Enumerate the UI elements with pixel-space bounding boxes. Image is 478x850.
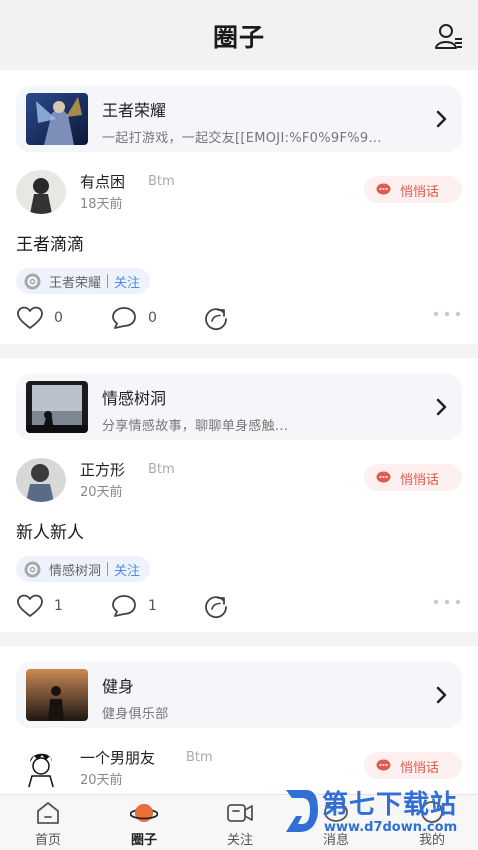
comment-count: 0 xyxy=(148,310,157,326)
comment-button[interactable]: 1 xyxy=(110,592,157,620)
post-card[interactable]: 王者荣耀 一起打游戏，一起交友[[EMOJI:%F0%9F%9... 有点困 B… xyxy=(0,70,478,344)
whisper-label: 悄悄话 xyxy=(400,761,440,776)
heart-icon xyxy=(17,594,43,617)
post-content[interactable]: 王者滴滴 xyxy=(16,230,84,255)
comment-icon xyxy=(112,595,136,617)
author-tag: Btm xyxy=(148,462,175,477)
circle-tag[interactable]: 王者荣耀 关注 xyxy=(16,268,151,294)
tab-circle-label: 圈子 xyxy=(130,833,157,848)
circle-description: 分享情感故事，聊聊单身感触... xyxy=(102,419,289,434)
circle-thumbnail xyxy=(26,93,88,145)
author-tag: Btm xyxy=(186,750,213,765)
whisper-button[interactable]: 悄悄话 xyxy=(364,464,462,491)
post-time: 20天前 xyxy=(80,485,123,500)
planet-icon xyxy=(130,804,158,822)
circle-thumbnail xyxy=(26,669,88,721)
page-title: 圈子 xyxy=(212,23,265,52)
site-watermark: 第七下载站 www.d7down.com xyxy=(282,784,472,842)
circle-tag[interactable]: 情感树洞 关注 xyxy=(16,556,151,582)
author-tag: Btm xyxy=(148,174,175,189)
comment-icon xyxy=(112,307,136,329)
more-icon[interactable] xyxy=(432,598,462,606)
avatar[interactable] xyxy=(16,458,66,502)
chevron-right-icon xyxy=(436,686,447,704)
post-time: 20天前 xyxy=(80,773,123,788)
circle-tag-icon xyxy=(24,273,41,289)
whisper-button[interactable]: 悄悄话 xyxy=(364,176,462,203)
circle-thumbnail xyxy=(26,381,88,433)
post-feed: 王者荣耀 一起打游戏，一起交友[[EMOJI:%F0%9F%9... 有点困 B… xyxy=(0,70,478,836)
circle-tag-name: 王者荣耀 xyxy=(49,275,102,291)
like-button[interactable]: 1 xyxy=(16,592,63,620)
post-author: 正方形 Btm 20天前 悄悄话 xyxy=(16,458,462,504)
circle-name: 健身 xyxy=(102,677,135,696)
follow-link[interactable]: 关注 xyxy=(114,272,140,291)
like-count: 0 xyxy=(54,310,63,326)
circle-name: 王者荣耀 xyxy=(102,101,167,120)
tab-follow-label: 关注 xyxy=(226,833,253,848)
heart-icon xyxy=(17,306,43,329)
whisper-label: 悄悄话 xyxy=(400,473,440,488)
chevron-right-icon xyxy=(436,398,447,416)
circle-description: 健身俱乐部 xyxy=(102,707,169,722)
post-time: 18天前 xyxy=(80,197,123,212)
comment-button[interactable]: 0 xyxy=(110,304,157,332)
author-name[interactable]: 一个男朋友 xyxy=(80,747,155,768)
author-name[interactable]: 正方形 xyxy=(80,459,125,480)
divider xyxy=(107,562,109,576)
circle-card[interactable]: 健身 健身俱乐部 xyxy=(16,662,462,728)
circle-name: 情感树洞 xyxy=(102,389,167,408)
whisper-label: 悄悄话 xyxy=(400,185,440,200)
tab-home-label: 首页 xyxy=(34,833,61,848)
divider xyxy=(107,274,109,288)
circle-tag-name: 情感树洞 xyxy=(49,563,102,579)
avatar[interactable] xyxy=(16,170,66,214)
chat-bubble-icon xyxy=(376,759,391,771)
circle-tag-icon xyxy=(24,561,41,577)
app-header: 圈子 xyxy=(0,0,478,64)
watermark-url: www.d7down.com xyxy=(324,820,458,835)
share-icon xyxy=(205,596,227,619)
user-list-icon[interactable] xyxy=(434,22,464,50)
video-camera-icon xyxy=(227,804,253,822)
tab-home[interactable]: 首页 xyxy=(0,795,96,850)
circle-card[interactable]: 王者荣耀 一起打游戏，一起交友[[EMOJI:%F0%9F%9... xyxy=(16,86,462,152)
chevron-right-icon xyxy=(436,110,447,128)
post-content[interactable]: 新人新人 xyxy=(16,518,84,543)
comment-count: 1 xyxy=(148,598,157,614)
post-card[interactable]: 情感树洞 分享情感故事，聊聊单身感触... 正方形 Btm 20天前 悄悄话 新… xyxy=(0,358,478,632)
whisper-button[interactable]: 悄悄话 xyxy=(364,752,462,779)
author-name[interactable]: 有点困 xyxy=(80,171,125,192)
circle-card[interactable]: 情感树洞 分享情感故事，聊聊单身感触... xyxy=(16,374,462,440)
circle-description: 一起打游戏，一起交友[[EMOJI:%F0%9F%9... xyxy=(102,131,382,146)
home-icon xyxy=(37,802,59,824)
like-button[interactable]: 0 xyxy=(16,304,63,332)
more-icon[interactable] xyxy=(432,310,462,318)
post-actions: 1 1 xyxy=(16,592,462,620)
d7-logo-icon xyxy=(286,790,318,832)
tab-follow[interactable]: 关注 xyxy=(192,795,288,850)
share-button[interactable] xyxy=(202,304,230,332)
share-button[interactable] xyxy=(202,592,230,620)
follow-link[interactable]: 关注 xyxy=(114,560,140,579)
chat-bubble-icon xyxy=(376,183,391,195)
chat-bubble-icon xyxy=(376,471,391,483)
watermark-title: 第七下载站 xyxy=(322,790,458,820)
avatar[interactable] xyxy=(16,746,66,790)
share-icon xyxy=(205,308,227,331)
tab-circle[interactable]: 圈子 xyxy=(96,795,192,850)
divider xyxy=(0,344,478,358)
post-actions: 0 0 xyxy=(16,304,462,332)
post-author: 有点困 Btm 18天前 悄悄话 xyxy=(16,170,462,216)
like-count: 1 xyxy=(54,598,63,614)
divider xyxy=(0,632,478,646)
